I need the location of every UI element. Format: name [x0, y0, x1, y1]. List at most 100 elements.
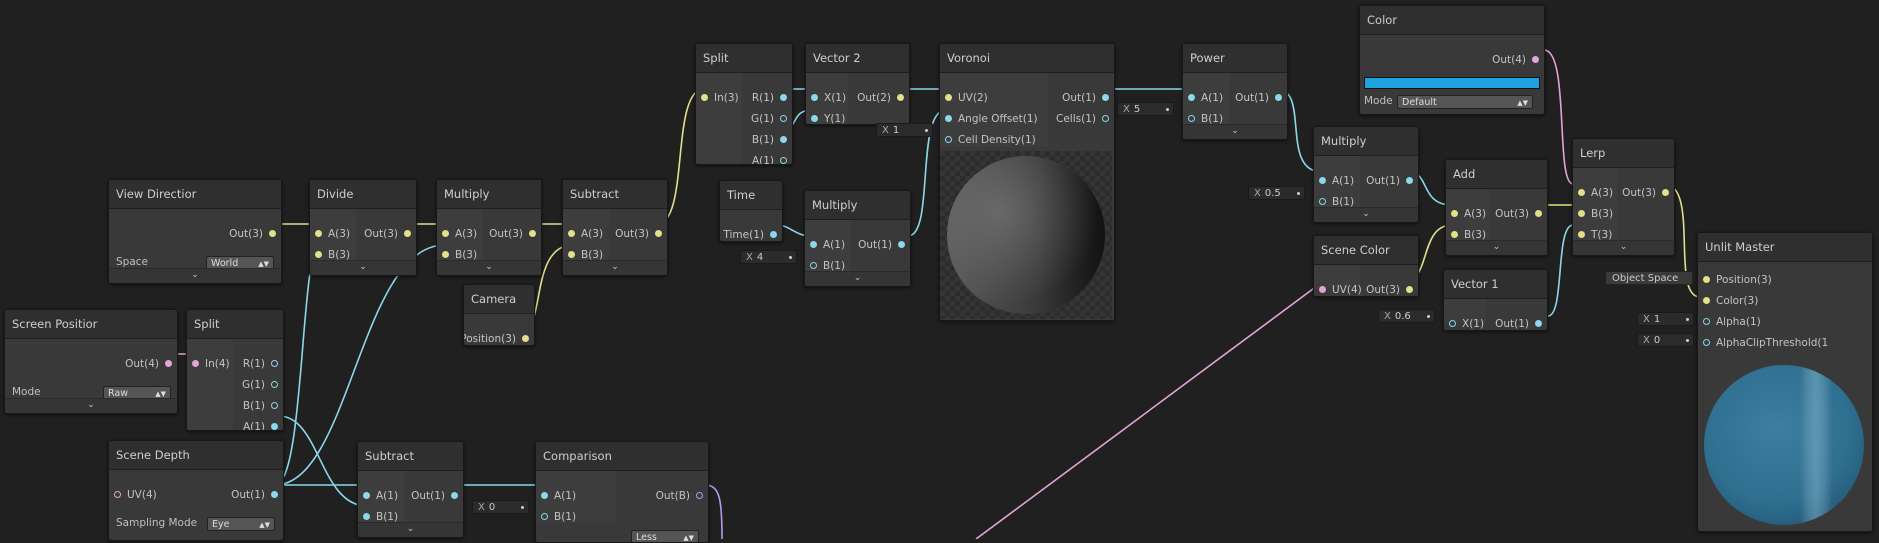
input-port[interactable]: A(3) [1446, 204, 1486, 224]
output-port[interactable]: Position(3) [464, 329, 534, 345]
port-dot-icon[interactable] [945, 115, 952, 122]
node-voronoi[interactable]: Voronoi UV(2) Angle Offset(1) Cell Densi… [939, 43, 1115, 321]
port-dot-icon[interactable] [271, 381, 278, 388]
port-dot-icon[interactable] [696, 492, 703, 499]
input-port[interactable]: X(1) [806, 88, 846, 108]
input-port[interactable]: B(1) [536, 507, 576, 527]
node-time[interactable]: Time Time(1) [719, 180, 783, 242]
port-dot-icon[interactable] [898, 241, 905, 248]
port-dot-icon[interactable] [1662, 189, 1669, 196]
node-multiply-3[interactable]: Multiply A(1) B(1) Out(1) ⌄ [1313, 126, 1419, 223]
port-dot-icon[interactable] [1188, 115, 1195, 122]
port-dot-icon[interactable] [541, 492, 548, 499]
output-port[interactable]: Out(3) [615, 224, 667, 244]
port-dot-icon[interactable] [529, 230, 536, 237]
input-port[interactable]: A(1) [1314, 171, 1354, 191]
input-port[interactable]: Color(3) [1698, 291, 1758, 311]
input-port[interactable]: UV(2) [940, 88, 988, 108]
chevron-down-icon[interactable]: ⌄ [1573, 240, 1674, 255]
port-dot-icon[interactable] [945, 94, 952, 101]
color-swatch[interactable] [1364, 77, 1540, 89]
node-scene-color[interactable]: Scene Color UV(4) Out(3) [1313, 235, 1419, 297]
output-port[interactable]: A(1) [243, 417, 283, 430]
port-dot-icon[interactable] [1319, 177, 1326, 184]
port-dot-icon[interactable] [1703, 339, 1710, 346]
output-port[interactable]: Out(3) [1495, 204, 1547, 224]
port-dot-icon[interactable] [810, 241, 817, 248]
input-port[interactable]: A(1) [358, 486, 398, 506]
subtract2-b-field[interactable]: X0 [472, 500, 529, 514]
output-port[interactable]: Out(1) [1366, 171, 1418, 191]
port-dot-icon[interactable] [114, 491, 121, 498]
port-dot-icon[interactable] [404, 230, 411, 237]
input-port[interactable]: Cell Density(1) [940, 130, 1036, 150]
output-port[interactable]: Out(1) [858, 235, 910, 255]
output-port[interactable]: Out(4) [39, 354, 177, 374]
port-dot-icon[interactable] [1102, 94, 1109, 101]
sampling-dropdown[interactable]: Eye ▲▼ [207, 517, 275, 531]
output-port[interactable]: R(1) [752, 88, 792, 108]
node-lerp[interactable]: Lerp A(3) B(3) T(3) Out(3) ⌄ [1572, 138, 1675, 256]
input-port[interactable]: A(1) [805, 235, 845, 255]
alpha-field[interactable]: X1 [1637, 312, 1694, 326]
input-port[interactable]: A(1) [1183, 88, 1223, 108]
output-port[interactable]: Out(3) [143, 224, 281, 244]
input-port[interactable]: UV(4) [1314, 280, 1362, 296]
input-port[interactable]: In(4) [187, 354, 230, 374]
node-color[interactable]: Color Out(4) Mode Default ▲▼ [1359, 5, 1545, 115]
port-dot-icon[interactable] [271, 402, 278, 409]
input-port[interactable]: Y(1) [806, 109, 845, 124]
output-port[interactable]: Out(3) [489, 224, 541, 244]
multiply2-b-field[interactable]: X4 [740, 250, 797, 264]
node-multiply-1[interactable]: Multiply A(3) B(3) Out(3) ⌄ [436, 179, 542, 276]
position-space-chip[interactable]: Object Space [1605, 271, 1693, 285]
output-port[interactable]: B(1) [243, 396, 283, 416]
alpha-clip-field[interactable]: X0 [1637, 333, 1694, 347]
node-vector-1[interactable]: Vector 1 X(1) Out(1) [1443, 269, 1548, 331]
port-dot-icon[interactable] [363, 513, 370, 520]
chevron-down-icon[interactable]: ⌄ [358, 522, 463, 537]
chevron-down-icon[interactable]: ⌄ [310, 260, 416, 275]
output-port[interactable]: Out(B) [656, 486, 708, 506]
chevron-down-icon[interactable]: ⌄ [5, 398, 177, 413]
vector1-x-field[interactable]: X 0.6 [1378, 309, 1435, 323]
port-dot-icon[interactable] [1451, 210, 1458, 217]
chevron-down-icon[interactable]: ⌄ [563, 260, 667, 275]
output-port[interactable]: Out(1) [231, 485, 283, 505]
voronoi-angle-offset-field[interactable]: X1 [876, 123, 933, 137]
node-camera[interactable]: Camera Position(3) [463, 284, 535, 346]
output-port[interactable]: Cells(1) [1056, 109, 1114, 129]
port-dot-icon[interactable] [1319, 286, 1326, 293]
input-port[interactable]: A(3) [1573, 183, 1613, 203]
output-port[interactable]: Out(3) [1366, 280, 1418, 296]
operation-dropdown[interactable]: Less ▲▼ [631, 530, 699, 542]
port-dot-icon[interactable] [271, 491, 278, 498]
port-dot-icon[interactable] [568, 251, 575, 258]
node-subtract-2[interactable]: Subtract A(1) B(1) Out(1) ⌄ [357, 441, 464, 538]
node-scene-depth[interactable]: Scene Depth UV(4) Out(1) Sampling Mode E… [108, 440, 284, 541]
power-b-field[interactable]: X5 [1117, 102, 1174, 116]
port-dot-icon[interactable] [1578, 189, 1585, 196]
port-dot-icon[interactable] [1578, 231, 1585, 238]
input-port[interactable]: A(3) [310, 224, 350, 244]
output-port[interactable]: G(1) [242, 375, 283, 395]
input-port[interactable]: A(3) [437, 224, 477, 244]
port-dot-icon[interactable] [442, 230, 449, 237]
output-port[interactable]: Out(1) [411, 486, 463, 506]
port-dot-icon[interactable] [1188, 94, 1195, 101]
node-vector-2[interactable]: Vector 2 X(1) Y(1) Out(2) [805, 43, 910, 125]
input-port[interactable]: Alpha(1) [1698, 312, 1761, 332]
chevron-down-icon[interactable]: ⌄ [1446, 240, 1547, 255]
port-dot-icon[interactable] [1703, 276, 1710, 283]
input-port[interactable]: AlphaClipThreshold(1 [1698, 333, 1828, 353]
port-dot-icon[interactable] [269, 230, 276, 237]
port-dot-icon[interactable] [701, 94, 708, 101]
chevron-down-icon[interactable]: ⌄ [1314, 207, 1418, 222]
input-port[interactable]: A(3) [563, 224, 603, 244]
port-dot-icon[interactable] [1319, 198, 1326, 205]
port-dot-icon[interactable] [165, 360, 172, 367]
port-dot-icon[interactable] [811, 115, 818, 122]
node-screen-position[interactable]: Screen Positior Out(4) Mode Raw ▲▼ ⌄ [4, 309, 178, 414]
port-dot-icon[interactable] [1406, 177, 1413, 184]
input-port[interactable]: Angle Offset(1) [940, 109, 1038, 129]
